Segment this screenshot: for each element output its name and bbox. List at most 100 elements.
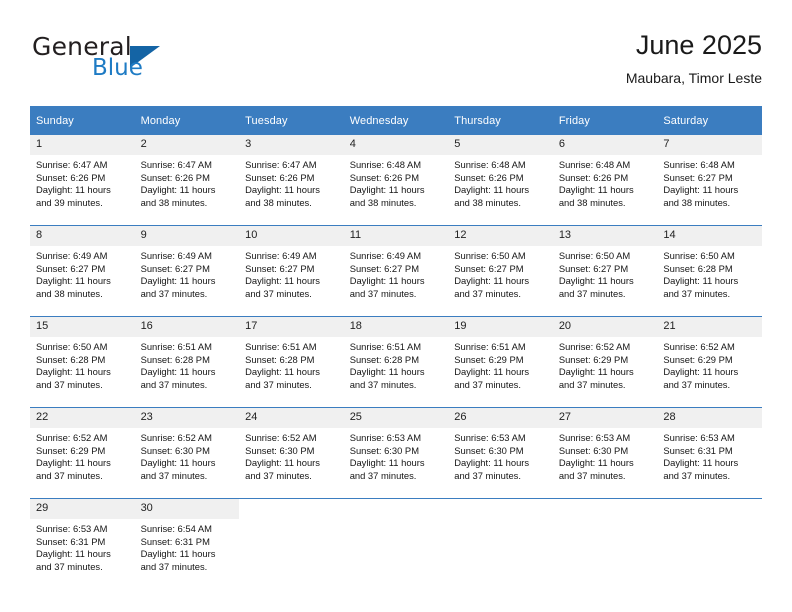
- day-details: Sunrise: 6:50 AM Sunset: 6:28 PM Daylight:…: [657, 246, 762, 300]
- day-details: Sunrise: 6:52 AM Sunset: 6:29 PM Daylight:…: [30, 428, 135, 482]
- daylight-duration-line1: Daylight: 11 hours: [349, 184, 425, 196]
- calendar-day-cell[interactable]: 30 Sunrise: 6:54 AM Sunset: 6:31 PM Dayligh…: [134, 498, 240, 589]
- daylight-duration-line2: and 39 minutes.: [36, 196, 103, 208]
- day-details: Sunrise: 6:53 AM Sunset: 6:31 PM Daylight:…: [30, 519, 135, 573]
- day-number: 28: [657, 408, 762, 428]
- weekday-header-tuesday: Tuesday: [239, 106, 344, 135]
- calendar-day-cell[interactable]: 20 Sunrise: 6:52 AM Sunset: 6:29 PM Dayligh…: [552, 316, 658, 408]
- day-details: Sunrise: 6:48 AM Sunset: 6:26 PM Daylight:…: [448, 155, 553, 209]
- sunrise-time: Sunrise: 6:51 AM: [140, 341, 212, 352]
- sunset-time: Sunset: 6:30 PM: [140, 444, 210, 456]
- sunrise-time: Sunrise: 6:51 AM: [349, 341, 422, 352]
- title-block: June 2025 Maubara, Timor Leste: [626, 28, 762, 89]
- calendar-grid: Sunday Monday Tuesday Wednesday Thursday…: [30, 106, 762, 589]
- calendar-day-cell[interactable]: 23 Sunrise: 6:52 AM Sunset: 6:30 PM Dayligh…: [134, 407, 240, 499]
- calendar-day-cell[interactable]: 21 Sunrise: 6:52 AM Sunset: 6:29 PM Dayligh…: [657, 316, 762, 408]
- calendar-day-cell[interactable]: 24 Sunrise: 6:52 AM Sunset: 6:30 PM Dayligh…: [239, 407, 344, 499]
- day-details: Sunrise: 6:54 AM Sunset: 6:31 PM Daylight:…: [135, 519, 240, 573]
- sunrise-time: Sunrise: 6:53 AM: [36, 523, 108, 534]
- daylight-duration-line1: Daylight: 11 hours: [663, 457, 739, 469]
- sunrise-time: Sunrise: 6:51 AM: [454, 341, 526, 352]
- day-number: 27: [552, 408, 658, 428]
- daylight-duration-line2: and 37 minutes.: [140, 378, 208, 390]
- sunset-time: Sunset: 6:27 PM: [454, 262, 524, 274]
- sunset-time: Sunset: 6:26 PM: [349, 171, 419, 183]
- daylight-duration-line1: Daylight: 11 hours: [140, 548, 216, 560]
- calendar-day-cell[interactable]: 22 Sunrise: 6:52 AM Sunset: 6:29 PM Dayligh…: [30, 407, 135, 499]
- calendar-day-cell[interactable]: 26 Sunrise: 6:53 AM Sunset: 6:30 PM Dayligh…: [448, 407, 553, 499]
- day-details: Sunrise: 6:53 AM Sunset: 6:30 PM Daylight:…: [553, 428, 658, 482]
- sunrise-time: Sunrise: 6:52 AM: [140, 432, 212, 443]
- calendar-day-cell[interactable]: 14 Sunrise: 6:50 AM Sunset: 6:28 PM Dayligh…: [657, 225, 762, 317]
- calendar-body: 1 Sunrise: 6:47 AM Sunset: 6:26 PM Daylight…: [30, 135, 762, 589]
- sunrise-time: Sunrise: 6:50 AM: [663, 250, 735, 261]
- day-details: Sunrise: 6:53 AM Sunset: 6:30 PM Daylight:…: [448, 428, 553, 482]
- weekday-header-monday: Monday: [134, 106, 240, 135]
- calendar-day-cell[interactable]: 12 Sunrise: 6:50 AM Sunset: 6:27 PM Dayligh…: [448, 225, 553, 317]
- sunset-time: Sunset: 6:28 PM: [140, 353, 210, 365]
- weekday-header-thursday: Thursday: [448, 106, 553, 135]
- day-number: 26: [448, 408, 553, 428]
- calendar-day-cell[interactable]: 17 Sunrise: 6:51 AM Sunset: 6:28 PM Dayligh…: [239, 316, 344, 408]
- day-number: 1: [30, 135, 135, 155]
- daylight-duration-line1: Daylight: 11 hours: [454, 366, 530, 378]
- calendar-day-cell[interactable]: 3 Sunrise: 6:47 AM Sunset: 6:26 PM Daylight…: [239, 135, 344, 226]
- sunrise-time: Sunrise: 6:52 AM: [36, 432, 108, 443]
- calendar-header-row: Sunday Monday Tuesday Wednesday Thursday…: [30, 106, 762, 135]
- calendar-day-cell[interactable]: 29 Sunrise: 6:53 AM Sunset: 6:31 PM Dayligh…: [30, 498, 135, 589]
- calendar-day-cell[interactable]: 19 Sunrise: 6:51 AM Sunset: 6:29 PM Dayligh…: [448, 316, 553, 408]
- sunrise-time: Sunrise: 6:49 AM: [36, 250, 108, 261]
- calendar-day-cell[interactable]: 10 Sunrise: 6:49 AM Sunset: 6:27 PM Dayligh…: [239, 225, 344, 317]
- sunrise-time: Sunrise: 6:51 AM: [245, 341, 317, 352]
- daylight-duration-line2: and 37 minutes.: [349, 287, 417, 299]
- calendar-day-cell[interactable]: 4 Sunrise: 6:48 AM Sunset: 6:26 PM Daylight…: [343, 135, 449, 226]
- daylight-duration-line1: Daylight: 11 hours: [245, 275, 320, 287]
- day-number: 9: [134, 226, 240, 246]
- calendar-week-row: 1 Sunrise: 6:47 AM Sunset: 6:26 PM Daylight…: [30, 135, 762, 226]
- calendar-day-cell[interactable]: 25 Sunrise: 6:53 AM Sunset: 6:30 PM Dayligh…: [343, 407, 449, 499]
- daylight-duration-line1: Daylight: 11 hours: [245, 184, 320, 196]
- calendar-day-cell[interactable]: 9 Sunrise: 6:49 AM Sunset: 6:27 PM Daylight…: [134, 225, 240, 317]
- sunset-time: Sunset: 6:31 PM: [140, 535, 210, 547]
- day-number: 17: [239, 317, 344, 337]
- daylight-duration-line1: Daylight: 11 hours: [140, 275, 216, 287]
- calendar-day-cell[interactable]: 2 Sunrise: 6:47 AM Sunset: 6:26 PM Daylight…: [134, 135, 240, 226]
- daylight-duration-line1: Daylight: 11 hours: [454, 457, 530, 469]
- calendar-day-cell[interactable]: 11 Sunrise: 6:49 AM Sunset: 6:27 PM Dayligh…: [343, 225, 449, 317]
- day-details: Sunrise: 6:51 AM Sunset: 6:28 PM Daylight:…: [344, 337, 449, 391]
- sunrise-time: Sunrise: 6:52 AM: [558, 341, 631, 352]
- calendar-day-cell[interactable]: 15 Sunrise: 6:50 AM Sunset: 6:28 PM Dayligh…: [30, 316, 135, 408]
- day-details: Sunrise: 6:52 AM Sunset: 6:30 PM Daylight:…: [239, 428, 344, 482]
- calendar-day-cell[interactable]: 8 Sunrise: 6:49 AM Sunset: 6:27 PM Daylight…: [30, 225, 135, 317]
- sunset-time: Sunset: 6:29 PM: [558, 353, 629, 365]
- sunset-time: Sunset: 6:26 PM: [140, 171, 210, 183]
- calendar-day-cell[interactable]: 7 Sunrise: 6:48 AM Sunset: 6:27 PM Daylight…: [657, 135, 762, 226]
- day-details: Sunrise: 6:49 AM Sunset: 6:27 PM Daylight:…: [239, 246, 344, 300]
- general-blue-logo[interactable]: General Blue: [32, 32, 252, 94]
- calendar-day-cell[interactable]: 1 Sunrise: 6:47 AM Sunset: 6:26 PM Daylight…: [30, 135, 135, 226]
- calendar-day-cell[interactable]: 5 Sunrise: 6:48 AM Sunset: 6:26 PM Daylight…: [448, 135, 553, 226]
- calendar-day-cell[interactable]: 27 Sunrise: 6:53 AM Sunset: 6:30 PM Dayligh…: [552, 407, 658, 499]
- day-details: Sunrise: 6:48 AM Sunset: 6:26 PM Daylight:…: [344, 155, 449, 209]
- sunrise-time: Sunrise: 6:54 AM: [140, 523, 212, 534]
- day-details: Sunrise: 6:51 AM Sunset: 6:28 PM Daylight:…: [239, 337, 344, 391]
- calendar-day-cell[interactable]: 28 Sunrise: 6:53 AM Sunset: 6:31 PM Dayligh…: [657, 407, 762, 499]
- calendar-day-cell[interactable]: 16 Sunrise: 6:51 AM Sunset: 6:28 PM Dayligh…: [134, 316, 240, 408]
- daylight-duration-line1: Daylight: 11 hours: [663, 184, 739, 196]
- daylight-duration-line2: and 37 minutes.: [663, 469, 731, 481]
- page-header: General Blue June 2025 Maubara, Timor Le…: [30, 28, 762, 96]
- calendar-day-cell[interactable]: 13 Sunrise: 6:50 AM Sunset: 6:27 PM Dayligh…: [552, 225, 658, 317]
- daylight-duration-line2: and 38 minutes.: [36, 287, 103, 299]
- sunrise-time: Sunrise: 6:53 AM: [663, 432, 735, 443]
- daylight-duration-line2: and 37 minutes.: [245, 469, 312, 481]
- calendar-week-row: 22 Sunrise: 6:52 AM Sunset: 6:29 PM Dayligh…: [30, 407, 762, 499]
- calendar-day-cell[interactable]: 18 Sunrise: 6:51 AM Sunset: 6:28 PM Dayligh…: [343, 316, 449, 408]
- calendar-empty-cell: [552, 498, 658, 589]
- daylight-duration-line1: Daylight: 11 hours: [558, 366, 634, 378]
- calendar-day-cell[interactable]: 6 Sunrise: 6:48 AM Sunset: 6:26 PM Daylight…: [552, 135, 658, 226]
- day-number: 8: [30, 226, 135, 246]
- day-number: 12: [448, 226, 553, 246]
- sunset-time: Sunset: 6:27 PM: [663, 171, 733, 183]
- weekday-header-sunday: Sunday: [30, 106, 135, 135]
- calendar-empty-cell: [657, 498, 762, 589]
